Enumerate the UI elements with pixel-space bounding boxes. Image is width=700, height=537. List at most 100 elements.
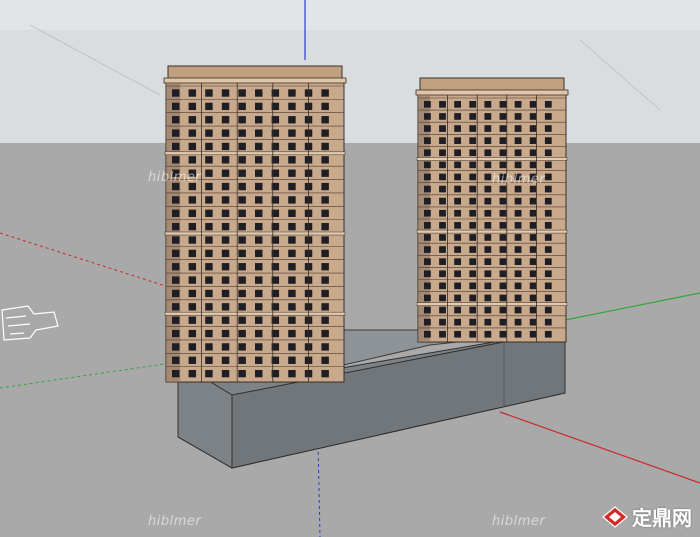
window [529, 101, 537, 108]
window [499, 306, 507, 314]
window [205, 343, 213, 351]
window [529, 113, 537, 120]
window [288, 222, 296, 231]
window [529, 209, 537, 217]
window [255, 102, 263, 111]
window [288, 263, 296, 271]
window [544, 101, 552, 108]
window [484, 246, 492, 253]
window [439, 209, 446, 217]
window [255, 196, 263, 204]
window [499, 222, 507, 229]
window [238, 369, 246, 378]
window [221, 142, 230, 151]
window [188, 102, 197, 111]
window [238, 316, 246, 324]
window [238, 116, 246, 124]
window [288, 276, 296, 284]
window [514, 234, 522, 241]
window [188, 276, 197, 284]
window [514, 258, 522, 265]
window [188, 142, 197, 151]
window [514, 270, 522, 278]
window [544, 173, 552, 181]
sketchup-viewport[interactable]: hiblmer hiblmer hiblmer hiblmer 定鼎网 [0, 0, 700, 537]
window [514, 318, 522, 326]
window [514, 209, 522, 217]
window [484, 330, 492, 338]
window [321, 102, 329, 111]
floor-band [164, 311, 346, 316]
window [529, 270, 537, 278]
window [288, 89, 296, 97]
window [172, 89, 180, 97]
watermark-1: hiblmer [148, 170, 202, 185]
window [454, 149, 462, 157]
window [544, 161, 552, 169]
sky-gradient [0, 0, 700, 30]
window [255, 316, 263, 324]
window [499, 125, 507, 132]
window [221, 356, 230, 364]
window [484, 149, 492, 157]
window [172, 303, 180, 311]
window [469, 149, 477, 157]
window [255, 303, 263, 311]
window [469, 270, 477, 278]
window [439, 318, 446, 326]
window [288, 236, 296, 244]
right-tower[interactable] [415, 77, 569, 343]
window [484, 113, 492, 120]
window [188, 329, 197, 338]
window [544, 197, 552, 205]
window [238, 169, 246, 177]
3d-scene[interactable] [0, 0, 700, 537]
window [205, 263, 213, 271]
window [321, 303, 329, 311]
window [454, 113, 462, 120]
window [424, 234, 431, 241]
window [238, 182, 246, 191]
window [221, 249, 230, 258]
window [221, 276, 230, 284]
window [424, 161, 431, 169]
window [321, 316, 329, 324]
window [172, 276, 180, 284]
window [499, 270, 507, 278]
window [321, 369, 329, 378]
window [288, 303, 296, 311]
window [529, 294, 537, 302]
window [469, 318, 477, 326]
window [514, 161, 522, 169]
window [188, 196, 197, 204]
window [205, 196, 213, 204]
window [469, 125, 477, 132]
window [424, 270, 431, 278]
window [255, 249, 263, 258]
window [544, 125, 552, 132]
window [499, 258, 507, 265]
window [544, 209, 552, 217]
window [221, 369, 230, 378]
window [238, 356, 246, 364]
window [484, 294, 492, 302]
window [288, 329, 296, 338]
window [221, 329, 230, 338]
window [172, 289, 180, 298]
window [238, 236, 246, 244]
window [221, 289, 230, 298]
window [321, 129, 329, 137]
window [172, 209, 180, 217]
left-tower[interactable] [163, 65, 347, 383]
floor-band [416, 302, 568, 306]
window [469, 294, 477, 302]
window [321, 356, 329, 364]
window [238, 289, 246, 298]
window [544, 318, 552, 326]
window [424, 258, 431, 265]
window [454, 137, 462, 144]
tower-cornice [415, 89, 569, 96]
window [439, 294, 446, 302]
window [321, 156, 329, 164]
brand-name: 定鼎网 [632, 506, 692, 530]
